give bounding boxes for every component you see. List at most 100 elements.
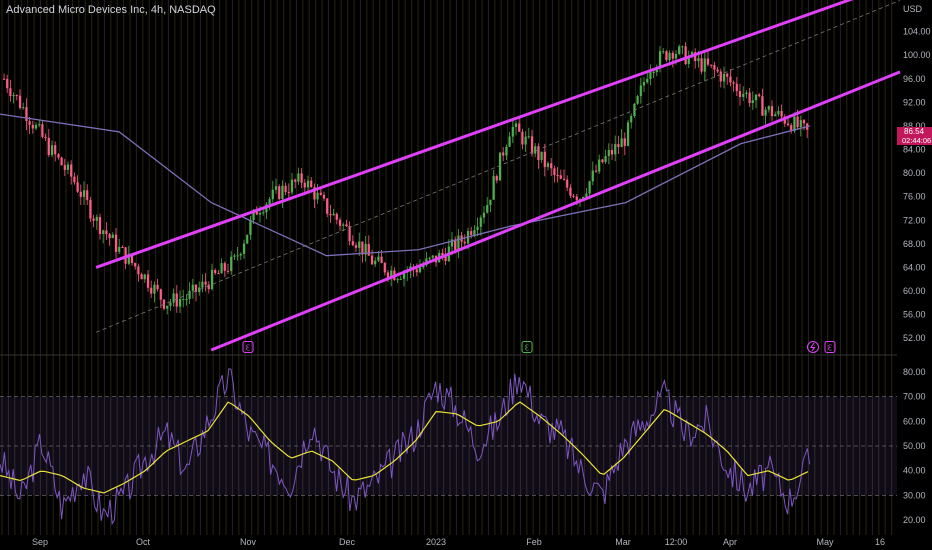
candle-body: [588, 181, 591, 194]
candle-body: [358, 241, 361, 248]
candle-body: [543, 151, 546, 168]
candle-body: [732, 82, 735, 84]
candle-body: [594, 170, 598, 172]
candle-body: [287, 192, 290, 194]
candle-body: [351, 241, 354, 246]
candle-body: [415, 269, 418, 273]
candle-body: [236, 255, 239, 257]
price-tick-label: 80.00: [903, 168, 926, 178]
dividend-icon[interactable]: [807, 341, 819, 353]
candle-body: [674, 53, 678, 59]
candle-body: [242, 243, 246, 254]
candle-body: [796, 116, 799, 128]
time-tick-label: Feb: [526, 537, 542, 547]
candle-body: [278, 186, 281, 199]
time-tick-label: Apr: [723, 537, 737, 547]
candle-body: [258, 213, 262, 215]
candle-body: [569, 187, 572, 196]
candle-body: [598, 159, 601, 172]
candle-body: [473, 230, 476, 236]
candle-body: [502, 152, 505, 156]
candle-body: [114, 234, 118, 252]
candle-body: [50, 145, 54, 156]
event-markers[interactable]: ℇℇℇ: [242, 341, 836, 353]
price-tick-label: 64.00: [903, 262, 926, 272]
candle-body: [182, 298, 185, 300]
candle-body: [767, 106, 770, 110]
candle-body: [799, 120, 802, 128]
candle-body: [534, 146, 537, 154]
candle-body: [332, 213, 335, 216]
candle-body: [178, 299, 182, 307]
candle-body: [335, 213, 338, 220]
candle-body: [249, 220, 252, 235]
candle-body: [204, 281, 207, 285]
candle-body: [482, 212, 486, 218]
candle-body: [284, 185, 287, 193]
candle-body: [399, 278, 402, 280]
candle-body: [518, 123, 521, 132]
time-tick-label: Sep: [32, 537, 48, 547]
rsi-tick-label: 60.00: [903, 416, 926, 426]
candle-body: [777, 110, 780, 115]
candle-body: [2, 78, 6, 80]
candle-body: [169, 302, 172, 306]
candle-body: [668, 52, 671, 61]
candle-body: [79, 191, 82, 197]
candle-body: [15, 95, 18, 97]
candle-body: [623, 138, 626, 146]
candle-body: [60, 157, 63, 166]
candle-body: [319, 192, 322, 195]
candle-body: [556, 174, 559, 176]
candle-body: [751, 100, 754, 104]
candle-body: [316, 192, 319, 200]
candle-body: [492, 176, 495, 200]
price-tick-label: 96.00: [903, 74, 926, 84]
candle-body: [188, 290, 191, 299]
candle-body: [418, 267, 422, 273]
candle-body: [735, 83, 738, 92]
rsi-tick-label: 40.00: [903, 466, 926, 476]
candle-body: [511, 127, 514, 137]
candle-body: [761, 96, 764, 116]
candle-body: [306, 180, 310, 188]
candle-body: [479, 217, 482, 227]
time-tick-label: 2023: [426, 537, 446, 547]
candle-body: [470, 231, 473, 236]
candle-body: [665, 51, 668, 61]
rsi-axis-ticks: 20.00 30.00 40.00 50.00 60.00 70.00 80.00: [903, 367, 926, 525]
candle-body: [41, 124, 44, 137]
price-tick-label: 60.00: [903, 286, 926, 296]
candle-body: [12, 95, 15, 97]
candle-body: [601, 159, 604, 163]
candle-body: [508, 136, 511, 147]
candle-body: [57, 154, 60, 158]
candle-body: [108, 234, 111, 239]
candle-body: [486, 205, 489, 213]
candle-body: [201, 281, 204, 288]
candle-body: [662, 51, 665, 53]
candle-body: [246, 234, 249, 244]
candle-body: [25, 107, 28, 122]
trend-channel: [95, 0, 901, 352]
candle-body: [770, 106, 774, 117]
candle-body: [719, 71, 722, 82]
price-chart[interactable]: 52.00 56.00 60.00 64.00 68.00 72.00 76.00 80.00…: [0, 0, 932, 550]
time-tick-label: Oct: [136, 537, 151, 547]
candle-body: [678, 46, 681, 54]
candle-body: [150, 287, 153, 294]
candle-body: [233, 255, 236, 257]
candle-body: [489, 199, 492, 206]
rsi-tick-label: 70.00: [903, 392, 926, 402]
candle-body: [156, 284, 159, 290]
candle-body: [575, 196, 578, 201]
candle-body: [495, 176, 498, 181]
candle-body: [89, 199, 92, 219]
earnings-icon[interactable]: ℇ: [521, 341, 533, 353]
candle-body: [537, 146, 540, 161]
candle-body: [646, 79, 649, 83]
candle-body: [338, 219, 342, 226]
candle-body: [786, 123, 790, 125]
candle-body: [105, 230, 108, 235]
candle-body: [82, 190, 86, 197]
